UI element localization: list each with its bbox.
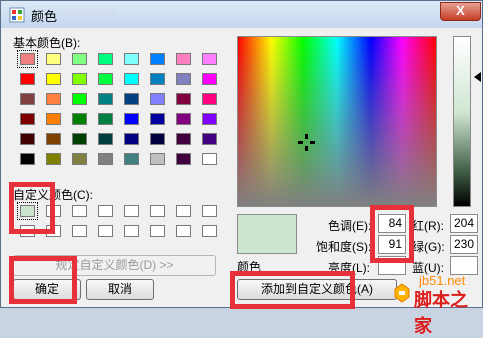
green-input[interactable]: 230 — [450, 235, 478, 254]
custom-color-swatch[interactable] — [124, 225, 139, 237]
palette-icon — [9, 7, 25, 23]
basic-color-swatch[interactable] — [150, 113, 165, 125]
basic-color-swatch[interactable] — [202, 133, 217, 145]
basic-color-swatch[interactable] — [72, 73, 87, 85]
basic-color-swatch[interactable] — [150, 53, 165, 65]
custom-color-swatch[interactable] — [72, 225, 87, 237]
basic-color-swatch[interactable] — [98, 153, 113, 165]
custom-color-swatch[interactable] — [17, 202, 38, 220]
basic-color-swatch[interactable] — [20, 73, 35, 85]
basic-color-swatch[interactable] — [20, 153, 35, 165]
custom-color-swatch[interactable] — [124, 205, 139, 217]
custom-color-swatch[interactable] — [150, 205, 165, 217]
luminance-slider[interactable] — [453, 36, 471, 207]
basic-color-swatch[interactable] — [20, 133, 35, 145]
basic-color-swatch[interactable] — [46, 153, 61, 165]
custom-color-swatch[interactable] — [176, 225, 191, 237]
custom-color-swatch[interactable] — [46, 205, 61, 217]
basic-color-swatch[interactable] — [46, 113, 61, 125]
basic-color-swatch[interactable] — [176, 53, 191, 65]
basic-color-swatch[interactable] — [98, 73, 113, 85]
basic-color-swatch[interactable] — [176, 113, 191, 125]
watermark-name: 脚本之家 — [414, 290, 468, 336]
basic-color-swatch[interactable] — [202, 73, 217, 85]
custom-color-swatch[interactable] — [202, 225, 217, 237]
color-preview — [237, 214, 297, 254]
custom-color-swatch[interactable] — [46, 225, 61, 237]
saturation-label: 饱和度(S): — [316, 240, 372, 254]
ok-button[interactable]: 确定 — [13, 279, 81, 300]
basic-color-swatch[interactable] — [72, 133, 87, 145]
basic-color-swatch[interactable] — [150, 73, 165, 85]
window-title: 颜色 — [31, 9, 58, 24]
basic-color-swatch[interactable] — [176, 133, 191, 145]
basic-color-swatch[interactable] — [124, 73, 139, 85]
crosshair-icon — [298, 134, 315, 151]
basic-color-swatch[interactable] — [176, 93, 191, 105]
preview-label: 颜色 — [237, 260, 262, 274]
basic-color-swatch[interactable] — [98, 113, 113, 125]
luminance-input[interactable] — [378, 256, 406, 275]
basic-color-swatch[interactable] — [20, 93, 35, 105]
color-dialog: 颜色 X 基本颜色(B): 自定义颜色(C): 规定自定义颜色(D) >> 确定… — [0, 0, 483, 336]
basic-color-swatch[interactable] — [72, 93, 87, 105]
basic-color-swatch[interactable] — [46, 133, 61, 145]
custom-color-swatch[interactable] — [20, 225, 35, 237]
basic-color-swatch[interactable] — [150, 93, 165, 105]
title-blur — [63, 9, 115, 19]
basic-color-swatch[interactable] — [176, 153, 191, 165]
title-bar: 颜色 X — [1, 1, 482, 28]
cancel-button[interactable]: 取消 — [86, 279, 154, 300]
basic-color-swatch[interactable] — [98, 53, 113, 65]
basic-color-swatch[interactable] — [46, 73, 61, 85]
basic-color-swatch[interactable] — [72, 113, 87, 125]
basic-color-swatch[interactable] — [202, 153, 217, 165]
red-input[interactable]: 204 — [450, 214, 478, 233]
red-label: 红(R): — [412, 219, 444, 233]
basic-color-swatch[interactable] — [98, 93, 113, 105]
define-custom-colors-button[interactable]: 规定自定义颜色(D) >> — [13, 255, 216, 276]
close-button[interactable]: X — [440, 2, 481, 21]
basic-colors-label: 基本颜色(B): — [13, 36, 81, 50]
color-spectrum[interactable] — [237, 36, 437, 207]
basic-color-swatch[interactable] — [20, 113, 35, 125]
custom-color-swatch[interactable] — [98, 205, 113, 217]
basic-color-swatch[interactable] — [124, 113, 139, 125]
basic-color-swatch[interactable] — [124, 53, 139, 65]
basic-color-swatch[interactable] — [150, 133, 165, 145]
basic-color-swatch[interactable] — [17, 50, 38, 68]
watermark-logo-icon — [394, 283, 410, 303]
custom-color-swatch[interactable] — [176, 205, 191, 217]
hue-input[interactable]: 84 — [378, 214, 406, 233]
basic-color-swatch[interactable] — [202, 113, 217, 125]
green-label: 绿(G): — [412, 240, 445, 254]
basic-color-swatch[interactable] — [46, 53, 61, 65]
basic-color-swatch[interactable] — [98, 133, 113, 145]
basic-color-swatch[interactable] — [124, 153, 139, 165]
basic-color-swatch[interactable] — [202, 53, 217, 65]
add-custom-color-button[interactable]: 添加到自定义颜色(A) — [237, 279, 397, 300]
basic-color-swatch[interactable] — [150, 153, 165, 165]
custom-color-swatch[interactable] — [98, 225, 113, 237]
luminance-label: 亮度(L): — [328, 261, 371, 275]
saturation-input[interactable]: 91 — [378, 235, 406, 254]
custom-color-swatch[interactable] — [72, 205, 87, 217]
custom-colors-label: 自定义颜色(C): — [13, 188, 93, 202]
basic-color-swatch[interactable] — [124, 133, 139, 145]
basic-color-swatch[interactable] — [202, 93, 217, 105]
basic-color-swatch[interactable] — [46, 93, 61, 105]
custom-color-swatch[interactable] — [202, 205, 217, 217]
custom-color-swatch[interactable] — [150, 225, 165, 237]
luminance-arrow-icon[interactable] — [474, 72, 481, 82]
basic-color-swatch[interactable] — [176, 73, 191, 85]
basic-color-swatch[interactable] — [72, 153, 87, 165]
hue-label: 色调(E): — [328, 219, 372, 233]
basic-color-swatch[interactable] — [124, 93, 139, 105]
basic-color-swatch[interactable] — [72, 53, 87, 65]
